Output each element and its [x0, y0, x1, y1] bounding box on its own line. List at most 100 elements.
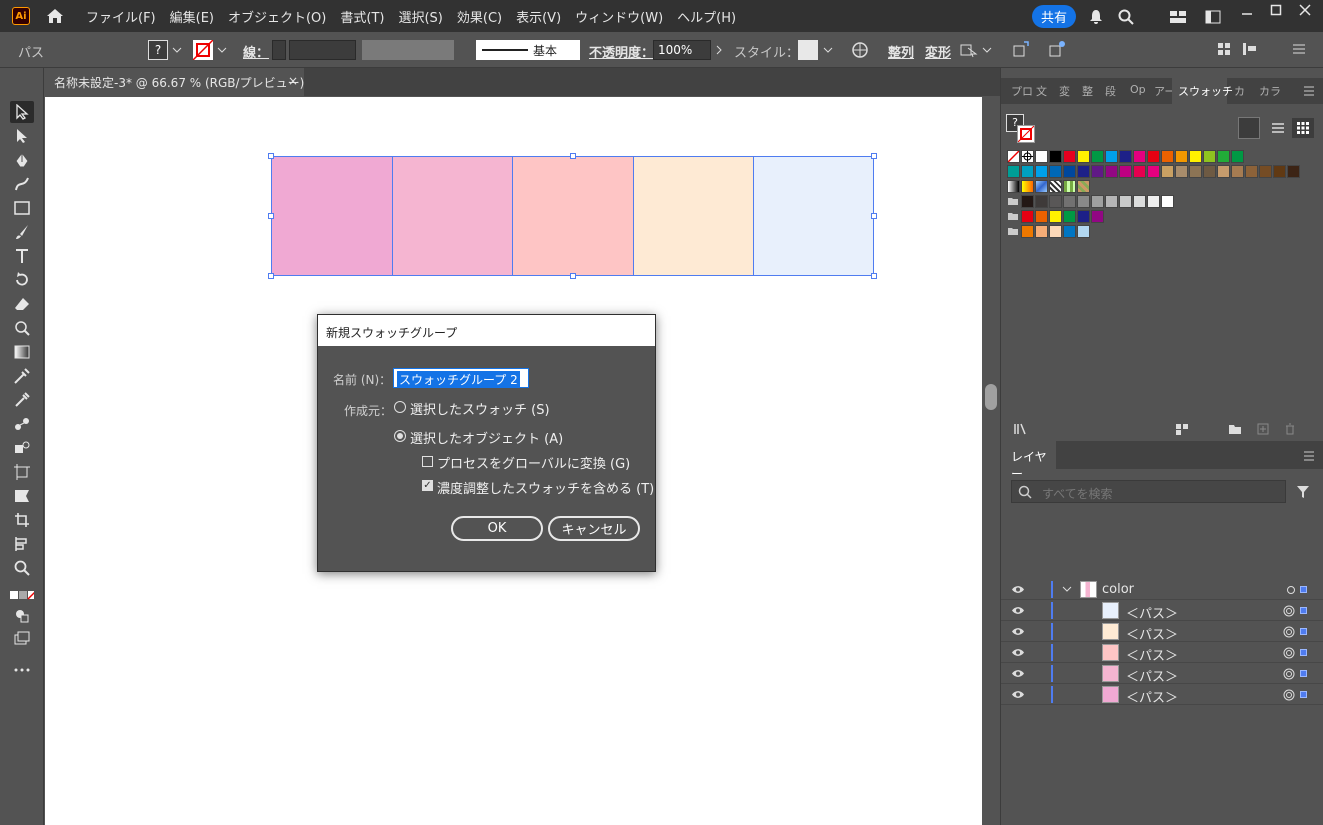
select-similar-icon[interactable] — [1046, 38, 1068, 60]
swatch[interactable] — [1007, 165, 1020, 178]
selection-handle[interactable] — [871, 153, 877, 159]
color-rect-3[interactable] — [513, 157, 634, 275]
swatch[interactable] — [1049, 150, 1062, 163]
target-icon[interactable] — [1285, 584, 1297, 596]
global-edit-icon[interactable] — [1010, 38, 1032, 60]
swatch[interactable] — [1259, 165, 1272, 178]
graph-tool-icon[interactable] — [10, 485, 34, 507]
swatch[interactable] — [1035, 165, 1048, 178]
recolor-artwork-icon[interactable] — [850, 40, 870, 60]
swatch[interactable] — [1147, 195, 1160, 208]
distribute-icon[interactable] — [1240, 40, 1260, 58]
swatch-registration[interactable] — [1021, 150, 1034, 163]
radio-selected-swatches-label[interactable]: 選択したスウォッチ (S) — [410, 399, 550, 418]
minimize-icon[interactable] — [1234, 4, 1260, 24]
fill-swatch[interactable]: ? — [148, 40, 168, 60]
swatch[interactable] — [1091, 195, 1104, 208]
target-icon[interactable] — [1283, 647, 1295, 659]
swatch[interactable] — [1105, 165, 1118, 178]
stroke-indicator[interactable] — [1017, 125, 1035, 143]
chevron-down-icon[interactable] — [215, 44, 229, 56]
share-button[interactable]: 共有 — [1032, 5, 1076, 28]
menu-view[interactable]: 表示(V) — [516, 7, 561, 26]
selection-handle[interactable] — [268, 273, 274, 279]
selection-handle[interactable] — [871, 213, 877, 219]
transform-label[interactable]: 変形 — [925, 42, 951, 61]
swatch-pat3[interactable] — [1077, 180, 1090, 193]
menu-object[interactable]: オブジェクト(O) — [228, 7, 326, 26]
chevron-down-icon[interactable] — [1062, 586, 1072, 592]
target-icon[interactable] — [1283, 605, 1295, 617]
swatch[interactable] — [1175, 165, 1188, 178]
gradient-tool-icon[interactable] — [10, 341, 34, 363]
name-input[interactable]: スウォッチグループ 2 — [393, 368, 529, 388]
vertical-scrollbar[interactable] — [982, 97, 1000, 825]
swatch[interactable] — [1161, 165, 1174, 178]
direct-selection-tool-icon[interactable] — [10, 125, 34, 147]
draw-mode-icon[interactable] — [10, 605, 34, 627]
swatch[interactable] — [1133, 195, 1146, 208]
swatch[interactable] — [1049, 195, 1062, 208]
color-rect-5[interactable] — [754, 157, 873, 275]
panel-menu-icon[interactable] — [1301, 84, 1317, 98]
stroke-none-swatch[interactable] — [192, 39, 214, 61]
opacity-field[interactable]: 100% — [653, 40, 711, 60]
close-window-icon[interactable] — [1292, 0, 1318, 20]
sublayer-row[interactable]: ＜パス＞ — [1001, 600, 1323, 622]
brush-definition-dropdown[interactable]: 基本 — [476, 40, 580, 60]
swatch[interactable] — [1021, 165, 1034, 178]
swatch[interactable] — [1189, 150, 1202, 163]
swatch[interactable] — [1021, 195, 1034, 208]
swatch[interactable] — [1217, 150, 1230, 163]
panel-menu-icon[interactable] — [1301, 449, 1317, 463]
arrange-documents-icon[interactable] — [1203, 7, 1223, 27]
selection-handle[interactable] — [570, 153, 576, 159]
isolate-icon[interactable] — [958, 40, 980, 60]
radio-selected-objects[interactable] — [394, 430, 406, 442]
radio-selected-swatches[interactable] — [394, 401, 406, 413]
pen-tool-icon[interactable] — [10, 149, 34, 171]
rectangle-tool-icon[interactable] — [10, 197, 34, 219]
selection-tool-icon[interactable] — [10, 101, 34, 123]
tab-color[interactable]: カラ — [1259, 83, 1281, 99]
swatch-pat1[interactable] — [1049, 180, 1062, 193]
swatch[interactable] — [1161, 150, 1174, 163]
color-rect-2[interactable] — [393, 157, 513, 275]
menu-effect[interactable]: 効果(C) — [457, 7, 502, 26]
selection-handle[interactable] — [570, 273, 576, 279]
swatch-grad3[interactable] — [1035, 180, 1048, 193]
swatch[interactable] — [1287, 165, 1300, 178]
menu-window[interactable]: ウィンドウ(W) — [575, 7, 663, 26]
variable-width-field[interactable] — [362, 40, 454, 60]
swatch[interactable] — [1161, 195, 1174, 208]
align-grid-icon[interactable] — [1215, 40, 1233, 58]
selection-indicator[interactable] — [1300, 670, 1307, 677]
menu-select[interactable]: 選択(S) — [398, 7, 442, 26]
warp-tool-icon[interactable] — [10, 317, 34, 339]
swatch[interactable] — [1119, 165, 1132, 178]
menu-file[interactable]: ファイル(F) — [86, 7, 156, 26]
swatch[interactable] — [1091, 165, 1104, 178]
swatch-grad2[interactable] — [1021, 180, 1034, 193]
swatch[interactable] — [1147, 165, 1160, 178]
swatch[interactable] — [1021, 210, 1034, 223]
chevron-down-icon[interactable] — [821, 44, 835, 56]
curvature-tool-icon[interactable] — [10, 173, 34, 195]
swatch[interactable] — [1035, 150, 1048, 163]
swatch[interactable] — [1091, 150, 1104, 163]
checkbox-include-tints[interactable]: ✓ — [422, 480, 433, 491]
radio-selected-objects-label[interactable]: 選択したオブジェクト (A) — [410, 428, 563, 447]
align-label[interactable]: 整列 — [888, 42, 914, 61]
menu-help[interactable]: ヘルプ(H) — [677, 7, 736, 26]
tab-paragraph[interactable]: 段 — [1105, 83, 1116, 99]
ok-button[interactable]: OK — [451, 516, 543, 541]
tab-opentype[interactable]: Op — [1130, 83, 1146, 96]
delete-swatch-icon[interactable] — [1281, 421, 1299, 437]
document-tab[interactable]: 名称未設定-3* @ 66.67 % (RGB/プレビュー) × — [44, 68, 304, 96]
visibility-eye-icon[interactable] — [1011, 585, 1025, 594]
swatch[interactable] — [1035, 210, 1048, 223]
swatch[interactable] — [1063, 150, 1076, 163]
swatch[interactable] — [1105, 150, 1118, 163]
workspace-icon[interactable] — [1168, 7, 1188, 27]
chevron-down-icon[interactable] — [170, 44, 184, 56]
